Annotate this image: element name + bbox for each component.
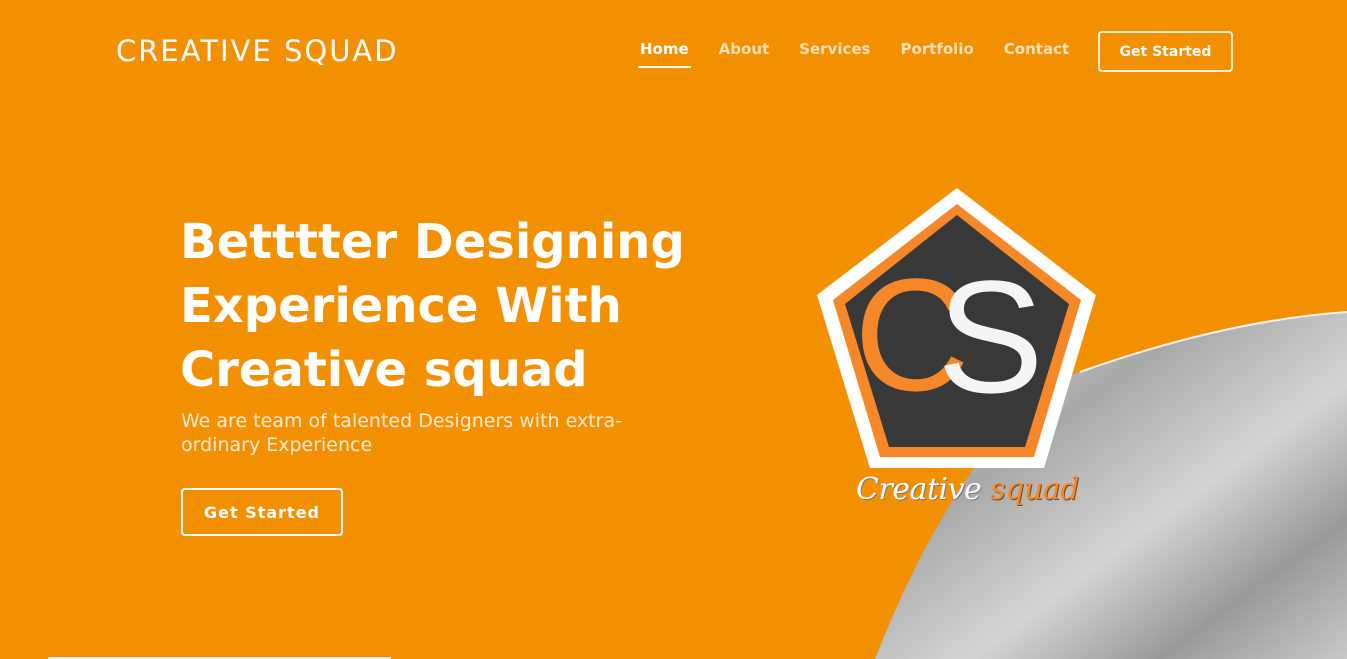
nav-get-started-button[interactable]: Get Started xyxy=(1098,31,1233,72)
logo-wordmark: Creative squad xyxy=(856,472,1079,507)
nav-link-contact[interactable]: Contact xyxy=(1004,40,1069,68)
brand-logo-text[interactable]: CREATIVE SQUAD xyxy=(116,34,399,68)
logo-wordmark-squad: squad xyxy=(990,472,1079,507)
nav-link-home[interactable]: Home xyxy=(638,40,691,68)
logo-monogram-s: S xyxy=(937,247,1044,426)
nav-menu: Home About Services Portfolio Contact xyxy=(638,40,1099,68)
creative-squad-logo: C S xyxy=(817,188,1096,468)
nav-link-services[interactable]: Services xyxy=(799,40,870,68)
hero-get-started-button[interactable]: Get Started xyxy=(181,488,343,536)
nav-link-portfolio[interactable]: Portfolio xyxy=(900,40,973,68)
logo-wordmark-creative: Creative xyxy=(856,472,982,507)
hero-subtitle: We are team of talented Designers with e… xyxy=(181,410,622,456)
nav-link-about[interactable]: About xyxy=(719,40,770,68)
hero-title: Betttter Designing Experience With Creat… xyxy=(180,214,685,398)
